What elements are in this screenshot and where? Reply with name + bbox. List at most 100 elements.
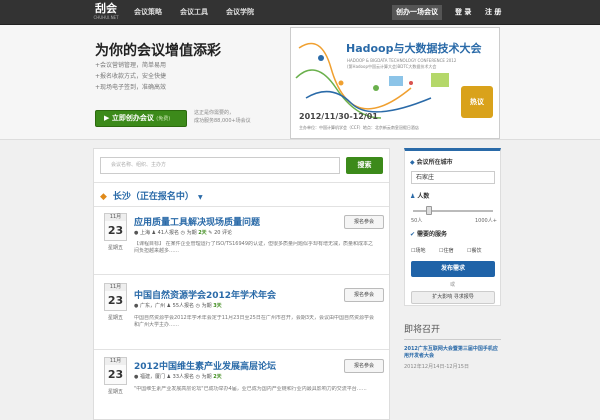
publish-request-button[interactable]: 发布需求: [411, 261, 495, 277]
nav-link-strategy[interactable]: 会议策略: [134, 0, 162, 25]
event-weekday: 星期五: [107, 389, 123, 395]
event-day: 23: [107, 224, 124, 237]
event-comments[interactable]: 20 评论: [214, 230, 232, 236]
feature-item: +会议营销管理，简单易用: [95, 62, 167, 69]
event-title[interactable]: 2012中国维生素产业发展高层论坛: [134, 359, 276, 372]
banner-date: 2012/11/30-12/01: [299, 112, 378, 121]
event-duration-label: 为期: [186, 230, 197, 236]
register-event-button[interactable]: 报名参会: [344, 215, 384, 229]
divider: [94, 349, 389, 350]
event-weekday: 星期五: [107, 315, 123, 321]
event-weekday: 星期五: [107, 245, 123, 251]
person-icon: ♟: [166, 303, 172, 309]
feature-list: +会议营销管理，简单易用 +报名收款方式，安全快捷 +现场电子签到，准确高效: [95, 60, 166, 93]
quick-request-panel: ◆ 会议所在城市 石家庄 ♟ 人数 50人 1000人+ ✔ 需要的服务 ☐场地 ☐住…: [404, 148, 501, 306]
event-day: 23: [107, 294, 124, 307]
banner-subtitle-cn: (第Hadoop中国云计算大会)BDTC大数据技术大会: [347, 64, 437, 69]
divider: [404, 339, 501, 340]
city-selector[interactable]: ◆ 长沙（正在报名中） ▼: [100, 189, 203, 202]
event-meta: ● 上海 ♟ 41人报名 ◷ 为期 2天 ✎ 20 评论: [134, 229, 232, 236]
nav-link-tools[interactable]: 会议工具: [180, 0, 208, 25]
event-description: "中国维生素产业发展高层论坛"已成功举办4届，业已成为国内产业链和行业内最具影响…: [134, 386, 367, 392]
search-button[interactable]: 搜索: [346, 157, 383, 174]
register-event-button[interactable]: 报名参会: [344, 288, 384, 302]
event-meta: ● 福建，厦门 ♟ 33人报名 ◷ 为期 2天: [134, 373, 222, 380]
register-link[interactable]: 注 册: [485, 5, 501, 20]
logo-subtext: CHUHUI.NET: [93, 15, 119, 20]
option-label: 住宿: [443, 248, 454, 254]
people-slider-handle[interactable]: [426, 206, 432, 215]
event-date-calendar: 11月 23: [104, 213, 127, 241]
cta-note-line: 这正是你需要的，: [194, 110, 235, 116]
event-signups: 33人报名: [172, 374, 195, 380]
upcoming-event-title[interactable]: 2012广东互联网大会暨第三届中国手机应用开发者大会: [404, 346, 502, 360]
search-input[interactable]: 会议名称、组织、主办方: [100, 157, 340, 174]
chevron-down-icon: ▼: [197, 194, 203, 201]
login-link[interactable]: 登 录: [455, 5, 471, 20]
event-month: 11月: [105, 358, 126, 365]
cta-label: 立即创办会议: [111, 114, 154, 122]
city-label-text: 会议所在城市: [416, 159, 453, 166]
city-label: 长沙（正在报名中）: [112, 192, 194, 202]
event-list-panel: 会议名称、组织、主办方 搜索 ◆ 长沙（正在报名中） ▼ 11月 23 星期五 应用…: [93, 148, 390, 420]
clock-icon: ◷: [195, 303, 200, 309]
people-slider-track[interactable]: [413, 210, 493, 212]
top-navigation-bar: 刮会 CHUHUI.NET 会议策略 会议工具 会议学院 创办一场会议 登 录 …: [0, 0, 600, 25]
play-icon: ▶: [104, 114, 110, 122]
event-days: 2天: [213, 374, 222, 380]
logo-text: 刮会: [95, 2, 117, 15]
create-meeting-button[interactable]: 创办一场会议: [392, 5, 442, 20]
person-icon: ♟: [166, 374, 172, 380]
slider-min-label: 50人: [411, 218, 423, 224]
service-option-catering[interactable]: ☐餐饮: [467, 247, 482, 254]
service-option-lodging[interactable]: ☐住宿: [439, 247, 454, 254]
location-icon: ◆: [100, 192, 107, 202]
extend-influence-button[interactable]: 扩大影响 寻求报导: [411, 291, 495, 304]
event-location: 上海: [139, 230, 150, 236]
banner-title: Hadoop与大数据技术大会: [346, 42, 482, 55]
or-separator: 或: [449, 282, 455, 288]
register-event-button[interactable]: 报名参会: [344, 359, 384, 373]
cta-note-line: 成功服务88,000+场会议: [194, 118, 251, 124]
start-meeting-button[interactable]: ▶ 立即创办会议 (免费): [95, 110, 187, 127]
check-icon: ✔: [410, 231, 416, 238]
location-pin-icon: ●: [134, 374, 139, 380]
event-date-calendar: 11月 23: [104, 357, 127, 385]
slider-max-label: 1000人+: [475, 218, 497, 224]
event-title[interactable]: 中国自然资源学会2012年学术年会: [134, 288, 276, 301]
banner-location: 主办单位：中国计算机学会（CCF）地点：北京新云南皇冠假日酒店: [299, 125, 419, 130]
event-days: 3天: [213, 303, 222, 309]
service-field-label: ✔ 需要的服务: [410, 229, 447, 238]
event-days: 2天: [198, 230, 207, 236]
divider: [94, 274, 389, 275]
clock-icon: ◷: [180, 230, 185, 236]
site-logo[interactable]: 刮会 CHUHUI.NET: [92, 3, 120, 22]
hero-slogan: 为你的会议增值添彩: [95, 43, 221, 59]
person-icon: ♟: [410, 193, 416, 200]
service-label-text: 需要的服务: [417, 231, 448, 238]
promo-banner[interactable]: Hadoop与大数据技术大会 HADOOP & BIGDATA TECHNOLO…: [290, 27, 500, 139]
cta-free-tag: (免费): [156, 116, 171, 122]
feature-item: +现场电子签到，准确高效: [95, 84, 167, 91]
event-location: 福建，厦门: [139, 374, 165, 380]
banner-badge: 热议: [461, 86, 493, 118]
comment-icon: ✎: [208, 230, 213, 236]
event-title[interactable]: 应用质量工具解决现场质量问题: [134, 215, 260, 228]
feature-item: +报名收款方式，安全快捷: [95, 73, 167, 80]
event-date-calendar: 11月 23: [104, 283, 127, 311]
option-label: 场地: [415, 248, 426, 254]
upcoming-heading: 即将召开: [404, 325, 441, 335]
clock-icon: ◷: [195, 374, 200, 380]
event-meta: ● 广东，广州 ♟ 55人报名 ◷ 为期 3天: [134, 302, 222, 309]
event-month: 11月: [105, 284, 126, 291]
city-field-label: ◆ 会议所在城市: [410, 157, 453, 166]
people-field-label: ♟ 人数: [410, 191, 429, 200]
city-input[interactable]: 石家庄: [411, 171, 495, 184]
event-location: 广东，广州: [139, 303, 165, 309]
event-duration-label: 为期: [201, 374, 212, 380]
nav-link-academy[interactable]: 会议学院: [226, 0, 254, 25]
event-description: 中国自然资源学会2012年学术年会定于11月23日至25日在广州市召开，会期3天…: [134, 315, 374, 328]
service-option-venue[interactable]: ☐场地: [411, 247, 426, 254]
upcoming-event-date: 2012年12月14日-12月15日: [404, 364, 469, 370]
people-label-text: 人数: [417, 193, 430, 200]
